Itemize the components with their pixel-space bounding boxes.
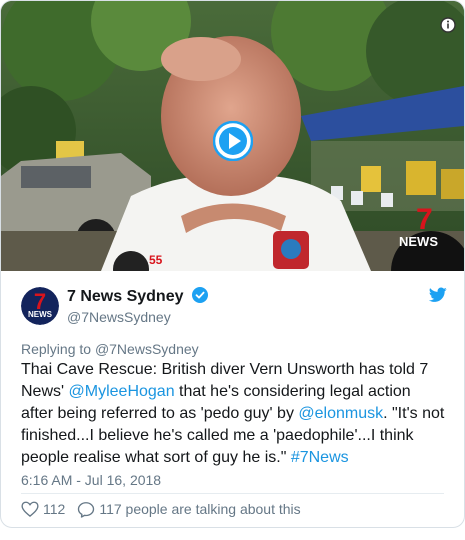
play-icon[interactable] [213,121,253,161]
heart-icon [21,501,39,517]
video-thumbnail[interactable]: 7 NEWS 55 [1,1,464,271]
like-button[interactable]: 112 [21,501,65,517]
divider [21,493,444,494]
tweet-actions: 112 117 people are talking about this [21,499,301,519]
avatar-text: NEWS [28,310,53,319]
comment-bubble-icon [78,501,95,518]
svg-text:7: 7 [416,203,433,236]
display-name[interactable]: 7 News Sydney [67,287,184,306]
like-count: 112 [43,501,66,517]
svg-text:NEWS: NEWS [399,234,438,249]
tweet-timestamp[interactable]: 6:16 AM - Jul 16, 2018 [21,472,161,488]
account-names: 7 News Sydney @7NewsSydney [67,287,208,326]
reply-handle-link[interactable]: @7NewsSydney [95,341,199,357]
tweet-header: 7 NEWS 7 News Sydney @7NewsSydney [21,283,451,331]
mention-link[interactable]: @elonmusk [298,405,383,422]
talking-link[interactable]: 117 people are talking about this [77,501,301,518]
reply-context: Replying to @7NewsSydney [21,341,199,357]
tweet-card: 7 NEWS 55 7 NEWS 7 News Sydney @7NewsSyd… [0,0,465,528]
tweet-text: Thai Cave Rescue: British diver Vern Uns… [21,359,447,469]
talking-count-text: 117 people are talking about this [99,501,301,517]
info-icon[interactable] [440,17,456,33]
svg-text:55: 55 [149,253,163,267]
mention-link[interactable]: @MyleeHogan [69,383,175,400]
account-handle[interactable]: @7NewsSydney [67,308,208,326]
reply-prefix: Replying to [21,341,95,357]
hashtag-link[interactable]: #7News [291,449,349,466]
avatar[interactable]: 7 NEWS [21,287,59,325]
verified-badge-icon [191,287,208,303]
twitter-bird-icon[interactable] [429,287,447,303]
